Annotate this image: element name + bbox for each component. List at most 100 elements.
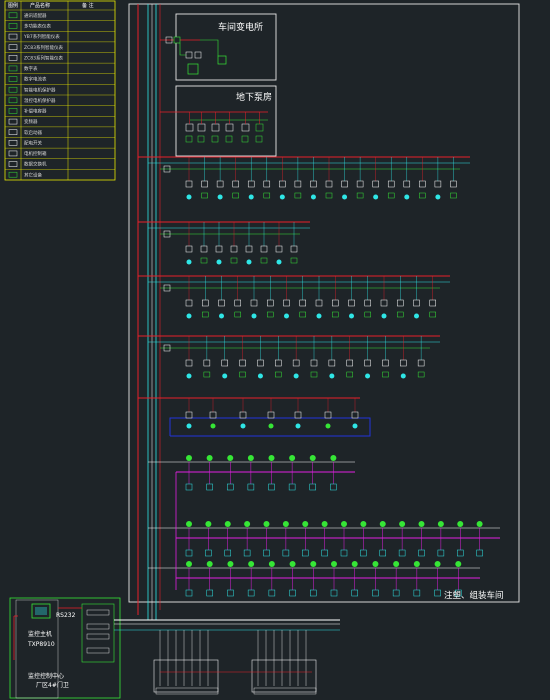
workshop-title: 注塑、组装车间: [444, 590, 504, 601]
device-icon: [186, 455, 192, 461]
meter-icon: [288, 483, 296, 491]
meter-icon: [380, 299, 388, 307]
control-center-label: 监控控制中心: [28, 672, 64, 680]
device-icon: [210, 423, 216, 429]
legend-item-label: ZC83系列智能仪表: [24, 54, 63, 61]
meter-icon: [218, 299, 225, 307]
device-icon: [310, 371, 318, 378]
legend-item-label: 补偿电容器: [24, 108, 47, 115]
box-icon: [8, 129, 18, 135]
device-icon: [217, 194, 223, 200]
meter-icon: [185, 180, 193, 188]
device-icon: [205, 521, 212, 527]
meter-icon: [263, 549, 270, 557]
device-icon: [418, 521, 425, 527]
meter-icon: [325, 180, 333, 188]
monitor-label: 监控主机: [28, 630, 52, 638]
device-icon: [219, 313, 224, 319]
legend-item-label: ZC83系列智能仪表: [24, 44, 63, 51]
legend-header-note: 备 注: [82, 2, 94, 9]
device-icon: [275, 371, 282, 378]
meter-icon: [310, 180, 317, 188]
device-icon: [290, 257, 298, 264]
meter-icon: [437, 549, 445, 557]
device-icon: [381, 313, 387, 319]
device-icon: [244, 521, 251, 527]
meter-icon: [434, 180, 442, 188]
meter-icon: [332, 299, 339, 307]
green-box-icon: [8, 97, 18, 104]
box-icon: [8, 140, 18, 146]
device-icon: [263, 521, 270, 527]
device-icon: [399, 521, 406, 527]
device-icon: [373, 194, 379, 200]
device-icon: [217, 55, 227, 65]
green-box-icon: [8, 65, 18, 72]
device-icon: [234, 311, 241, 318]
device-icon: [455, 561, 462, 567]
meter-icon: [309, 483, 316, 491]
cabinet-right: [251, 659, 317, 693]
meter-icon: [360, 549, 367, 557]
meter-icon: [268, 589, 276, 597]
meter-icon: [202, 299, 209, 307]
meter-icon: [403, 180, 411, 188]
meter-icon: [260, 245, 268, 253]
device-icon: [230, 257, 238, 264]
meter-icon: [476, 549, 483, 557]
device-icon: [434, 561, 441, 567]
substation-area: 车间变电所: [160, 13, 277, 81]
device-icon: [227, 455, 234, 461]
meter-icon: [294, 411, 302, 419]
meter-icon: [275, 359, 282, 367]
meter-icon: [299, 299, 306, 307]
meter-icon: [224, 549, 231, 557]
meter-icon: [225, 123, 234, 132]
meter-icon: [209, 411, 217, 419]
meter-icon: [232, 180, 239, 188]
device-icon: [413, 561, 420, 567]
device-icon: [186, 561, 192, 567]
box-icon: [8, 118, 18, 125]
green-box-icon: [8, 108, 18, 114]
green-box-icon: [8, 12, 18, 19]
device-icon: [255, 135, 263, 143]
meter-icon: [382, 359, 389, 367]
small-box-icon: [8, 55, 18, 61]
green-box-icon: [8, 76, 18, 82]
device-icon: [232, 192, 239, 199]
device-icon: [216, 259, 222, 265]
device-icon: [302, 521, 309, 527]
device-icon: [260, 257, 268, 264]
meter-icon: [197, 123, 206, 132]
meter-icon: [351, 589, 358, 597]
device-model-label: TXP8910: [27, 641, 55, 648]
legend-item-label: 软启动器: [24, 129, 42, 136]
cabinet-right-label-box: [253, 687, 317, 695]
device-icon: [268, 423, 274, 429]
legend-header-name: 产品名称: [30, 2, 50, 9]
meter-icon: [230, 245, 238, 253]
meter-icon: [457, 549, 464, 557]
meter-icon: [372, 589, 379, 597]
pump-room-area: 地下泵房: [160, 85, 277, 157]
meter-icon: [356, 180, 364, 188]
device-icon: [240, 423, 246, 429]
legend-item-label: YB7系列智能仪表: [23, 33, 60, 40]
device-icon: [222, 373, 228, 379]
meter-icon: [398, 549, 406, 557]
device-icon: [332, 311, 339, 318]
legend-header-icon: 图例: [8, 2, 18, 9]
small-box-icon: [8, 33, 18, 40]
device-icon: [202, 311, 209, 318]
meter-icon: [324, 411, 332, 419]
meter-icon: [283, 299, 290, 307]
bottom-cabinets: [153, 630, 317, 695]
green-box-icon: [8, 23, 18, 29]
device-icon: [279, 194, 285, 200]
meter-icon: [200, 245, 208, 253]
meter-icon: [201, 180, 208, 188]
device-icon: [299, 311, 306, 318]
device-icon: [186, 259, 192, 265]
device-icon: [346, 371, 353, 378]
